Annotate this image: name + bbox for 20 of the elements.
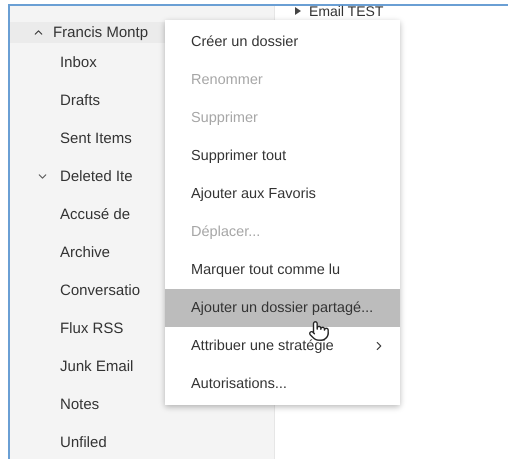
menu-item[interactable]: Ajouter un dossier partagé...: [165, 289, 400, 327]
folder-item[interactable]: Inbox: [60, 54, 97, 70]
folder-item[interactable]: Drafts: [60, 92, 100, 108]
menu-item[interactable]: Autorisations...: [165, 365, 400, 403]
folder-item[interactable]: Conversatio: [60, 282, 140, 298]
menu-item[interactable]: Marquer tout comme lu: [165, 251, 400, 289]
folder-item[interactable]: Unfiled: [60, 434, 107, 450]
triangle-right-icon[interactable]: [295, 7, 301, 15]
folder-item[interactable]: Deleted Ite: [60, 168, 133, 184]
folder-item[interactable]: Notes: [60, 396, 100, 412]
folder-item[interactable]: Accusé de: [60, 206, 130, 222]
menu-item[interactable]: Supprimer tout: [165, 137, 400, 175]
account-name: Francis Montp: [53, 24, 148, 41]
menu-item[interactable]: Attribuer une stratégie: [165, 327, 400, 365]
menu-item[interactable]: Ajouter aux Favoris: [165, 175, 400, 213]
folder-item[interactable]: Archive: [60, 244, 110, 260]
folder-item[interactable]: Email TEST: [309, 3, 384, 19]
folder-item[interactable]: Junk Email: [60, 358, 134, 374]
folder-item[interactable]: Flux RSS: [60, 320, 124, 336]
folder-item[interactable]: Sent Items: [60, 130, 132, 146]
